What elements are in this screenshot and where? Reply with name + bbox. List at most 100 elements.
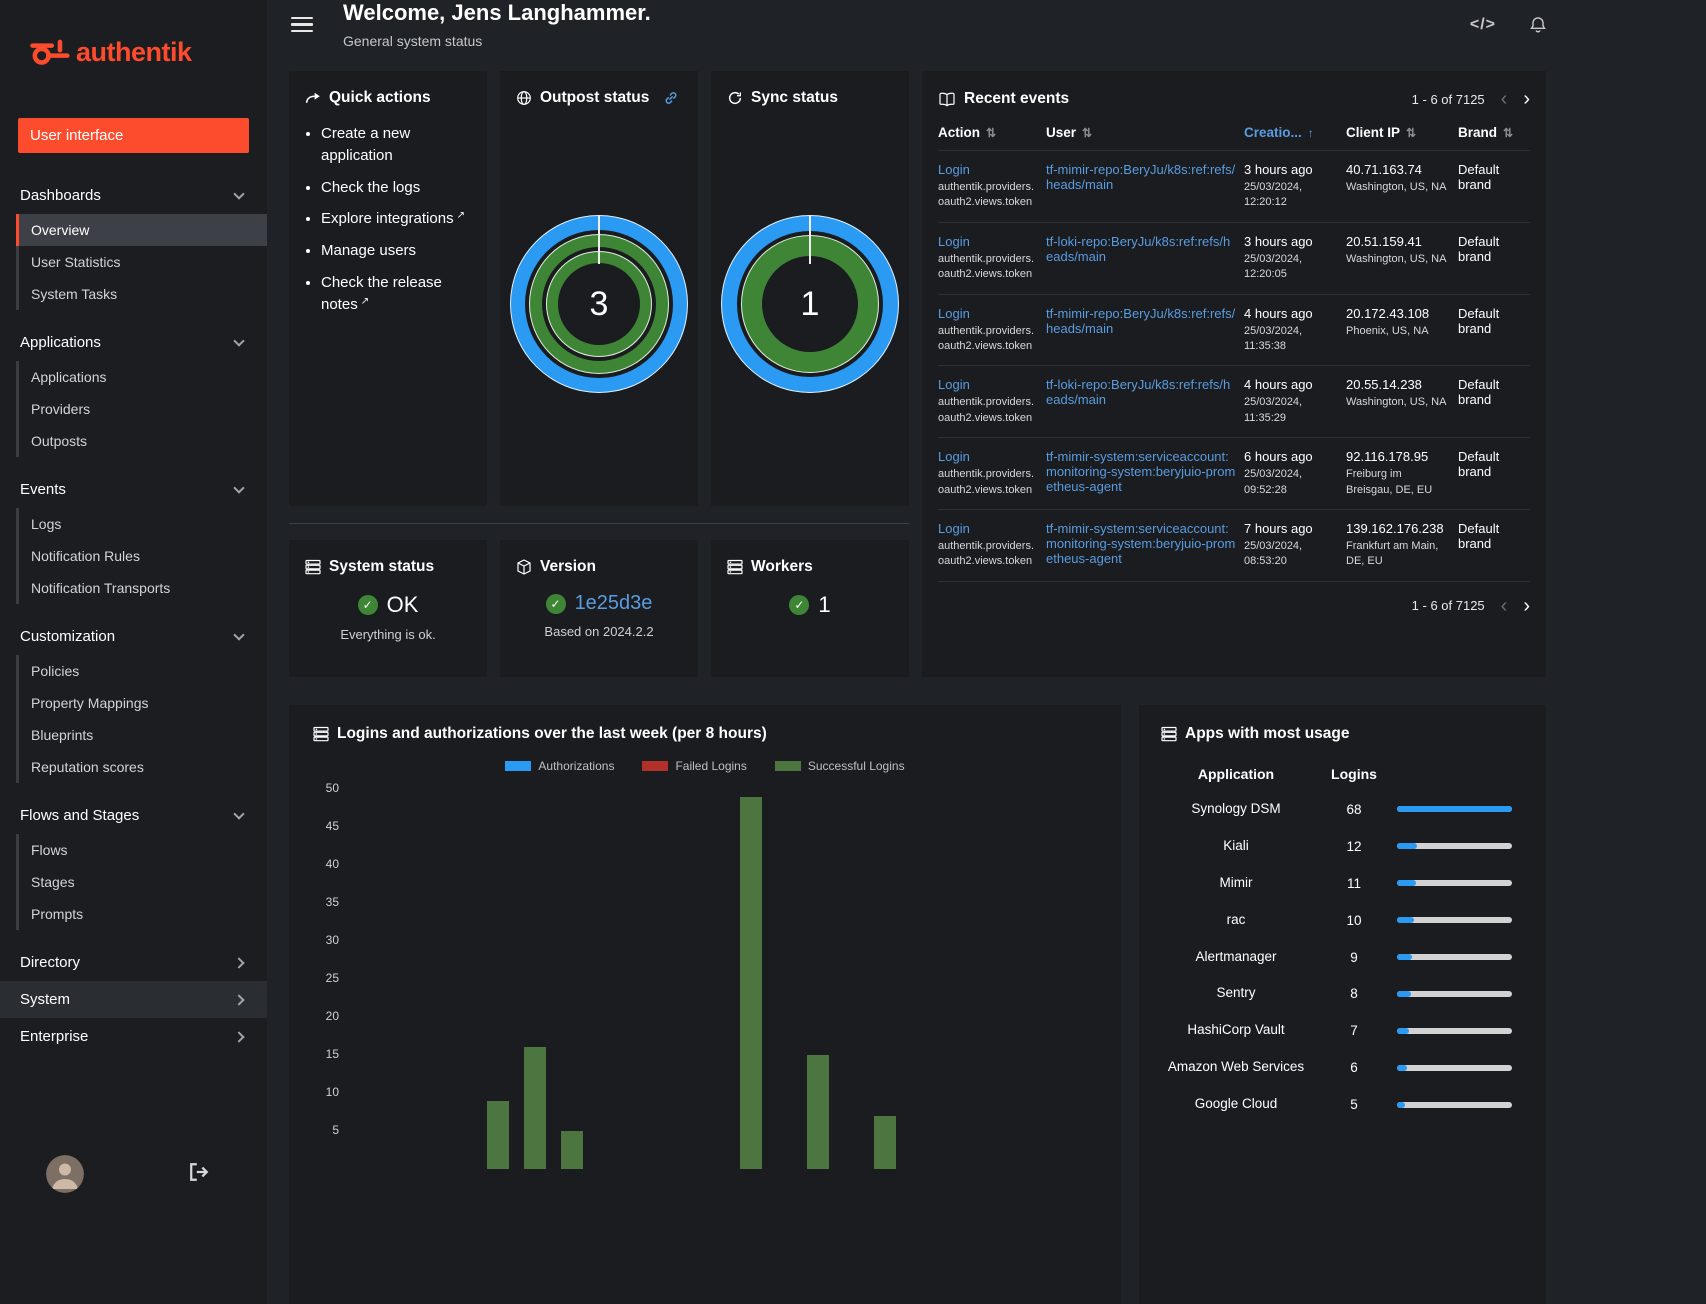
- pagination-prev-button[interactable]: ‹: [1501, 596, 1508, 616]
- chart-legend-item-successful-logins[interactable]: Successful Logins: [774, 759, 905, 773]
- sidebar-section-system: System: [0, 981, 267, 1018]
- sidebar-items: Applications Providers Outposts: [0, 361, 267, 457]
- sidebar-section-enterprise: Enterprise: [0, 1018, 267, 1055]
- outposts-link-icon[interactable]: [663, 90, 679, 106]
- column-header-client-ip[interactable]: Client IP ⇅: [1346, 115, 1458, 151]
- system-status-value: OK: [386, 592, 419, 617]
- sidebar-item-providers[interactable]: Providers: [16, 393, 267, 425]
- event-client-ip: 139.162.176.238: [1346, 520, 1444, 536]
- quick-action-check-the-logs[interactable]: Check the logs: [321, 177, 477, 199]
- version-value-link[interactable]: 1e25d3e: [575, 592, 653, 615]
- sidebar-section-header-directory[interactable]: Directory: [0, 944, 267, 981]
- event-user-link[interactable]: tf-loki-repo:BeryJu/k8s:ref:refs/heads/m…: [1046, 234, 1230, 264]
- event-client-ip: 40.71.163.74: [1346, 162, 1422, 177]
- sidebar-section-header-system[interactable]: System: [0, 981, 267, 1018]
- sidebar-item-blueprints[interactable]: Blueprints: [16, 719, 267, 751]
- sidebar-item-policies[interactable]: Policies: [16, 655, 267, 687]
- column-header-brand[interactable]: Brand ⇅: [1458, 115, 1530, 151]
- apps-usage-title: Apps with most usage: [1185, 725, 1350, 742]
- column-header-user[interactable]: User ⇅: [1046, 115, 1244, 151]
- chart-legend-item-authorizations[interactable]: Authorizations: [505, 759, 614, 773]
- quick-action-create-a-new-application[interactable]: Create a new application: [321, 123, 477, 167]
- event-user-link[interactable]: tf-mimir-repo:BeryJu/k8s:ref:refs/heads/…: [1046, 162, 1235, 192]
- event-row: Login authentik.providers.oauth2.views.to…: [938, 365, 1530, 438]
- event-action-link[interactable]: Login: [938, 449, 970, 464]
- version-subtitle: Based on 2024.2.2: [544, 624, 654, 639]
- section-divider: [289, 506, 909, 540]
- event-action-cell: Login authentik.providers.oauth2.views.to…: [938, 437, 1046, 510]
- event-user-link[interactable]: tf-loki-repo:BeryJu/k8s:ref:refs/heads/m…: [1046, 377, 1230, 407]
- sidebar-section-events: Events Logs Notification Rules Notification…: [0, 471, 267, 604]
- app-root: authentik User interface Dashboards Overv…: [0, 0, 1706, 1304]
- sidebar-item-user-statistics[interactable]: User Statistics: [16, 246, 267, 278]
- app-usage-name: rac: [1226, 911, 1246, 927]
- event-action-link[interactable]: Login: [938, 234, 970, 249]
- app-usage-bar: [1397, 1064, 1512, 1071]
- event-action-link[interactable]: Login: [938, 521, 970, 536]
- event-time-ago: 4 hours ago: [1244, 377, 1313, 393]
- sidebar-item-prompts[interactable]: Prompts: [16, 898, 267, 930]
- pagination-next-button[interactable]: ›: [1523, 596, 1530, 616]
- app-usage-bar-cell: [1397, 797, 1524, 821]
- event-brand: Default brand: [1458, 449, 1500, 480]
- sidebar-item-reputation-scores[interactable]: Reputation scores: [16, 751, 267, 783]
- sidebar-toggle-button[interactable]: [291, 16, 313, 33]
- app-usage-bar-fill: [1397, 1101, 1406, 1108]
- sidebar-section-header-applications[interactable]: Applications: [0, 324, 267, 361]
- quick-action-manage-users[interactable]: Manage users: [321, 240, 477, 262]
- sidebar-item-stages[interactable]: Stages: [16, 866, 267, 898]
- logins-chart-card: Logins and authorizations over the last …: [289, 705, 1121, 1304]
- event-user-link[interactable]: tf-mimir-repo:BeryJu/k8s:ref:refs/heads/…: [1046, 306, 1235, 336]
- quick-action-explore-integrations[interactable]: Explore integrations↗: [321, 208, 477, 230]
- apps-usage-icon: [1161, 726, 1177, 742]
- event-timestamp: 25/03/2024, 12:20:05: [1244, 252, 1303, 281]
- event-location: Frankfurt am Main, DE, EU: [1346, 539, 1439, 568]
- user-avatar[interactable]: [46, 1155, 84, 1193]
- quick-action-label: Manage users: [321, 242, 417, 259]
- quick-action-check-the-release-notes[interactable]: Check the release notes↗: [321, 272, 477, 316]
- event-ip-cell: 40.71.163.74 Washington, US, NA: [1346, 150, 1458, 223]
- chart-y-tick: 35: [325, 895, 339, 909]
- sidebar-item-property-mappings[interactable]: Property Mappings: [16, 687, 267, 719]
- sidebar-item-overview[interactable]: Overview: [16, 214, 267, 246]
- sidebar-section-header-customization[interactable]: Customization: [0, 618, 267, 655]
- column-header-creation-date[interactable]: Creatio... ↑: [1244, 115, 1346, 151]
- quick-actions-card: Quick actions Create a new application Ch…: [289, 71, 487, 506]
- sign-out-icon[interactable]: [189, 1162, 209, 1186]
- notifications-bell-icon[interactable]: [1528, 15, 1548, 35]
- main-area: Welcome, Jens Langhammer. General system…: [267, 0, 1706, 1304]
- column-header-action[interactable]: Action ⇅: [938, 115, 1046, 151]
- sidebar-section-directory: Directory: [0, 944, 267, 981]
- event-user-link[interactable]: tf-mimir-system:serviceaccount:monitorin…: [1046, 521, 1235, 566]
- event-action-link[interactable]: Login: [938, 377, 970, 392]
- pagination-next-button[interactable]: ›: [1523, 89, 1530, 109]
- sidebar-item-notification-rules[interactable]: Notification Rules: [16, 540, 267, 572]
- event-user-link[interactable]: tf-mimir-system:serviceaccount:monitorin…: [1046, 449, 1235, 494]
- sidebar-item-notification-transports[interactable]: Notification Transports: [16, 572, 267, 604]
- sort-asc-icon: ↑: [1307, 126, 1314, 140]
- sidebar-item-outposts[interactable]: Outposts: [16, 425, 267, 457]
- sidebar-section-header-enterprise[interactable]: Enterprise: [0, 1018, 267, 1055]
- donut-center: 3: [558, 263, 640, 345]
- authentik-logo[interactable]: authentik: [0, 0, 267, 104]
- sidebar-section-header-events[interactable]: Events: [0, 471, 267, 508]
- app-usage-logins: 10: [1346, 912, 1362, 928]
- pagination-prev-button[interactable]: ‹: [1501, 89, 1508, 109]
- sidebar-item-applications[interactable]: Applications: [16, 361, 267, 393]
- app-usage-bar-cell: [1397, 834, 1524, 858]
- user-interface-button[interactable]: User interface: [18, 118, 249, 153]
- event-created-cell: 6 hours ago 25/03/2024, 09:52:28: [1244, 437, 1346, 510]
- sidebar-section-header-dashboards[interactable]: Dashboards: [0, 177, 267, 214]
- sidebar-item-flows[interactable]: Flows: [16, 834, 267, 866]
- sidebar-item-logs[interactable]: Logs: [16, 508, 267, 540]
- sidebar-item-system-tasks[interactable]: System Tasks: [16, 278, 267, 310]
- event-action-link[interactable]: Login: [938, 306, 970, 321]
- api-browser-icon[interactable]: </>: [1470, 16, 1496, 34]
- sidebar-section-label: System: [20, 991, 71, 1008]
- chart-legend-item-failed-logins[interactable]: Failed Logins: [642, 759, 747, 773]
- sidebar-section-header-flows-and-stages[interactable]: Flows and Stages: [0, 797, 267, 834]
- app-usage-bar-fill: [1397, 917, 1414, 924]
- event-action-detail: authentik.providers.oauth2.views.token: [938, 539, 1034, 568]
- event-created-cell: 3 hours ago 25/03/2024, 12:20:12: [1244, 150, 1346, 223]
- event-action-link[interactable]: Login: [938, 162, 970, 177]
